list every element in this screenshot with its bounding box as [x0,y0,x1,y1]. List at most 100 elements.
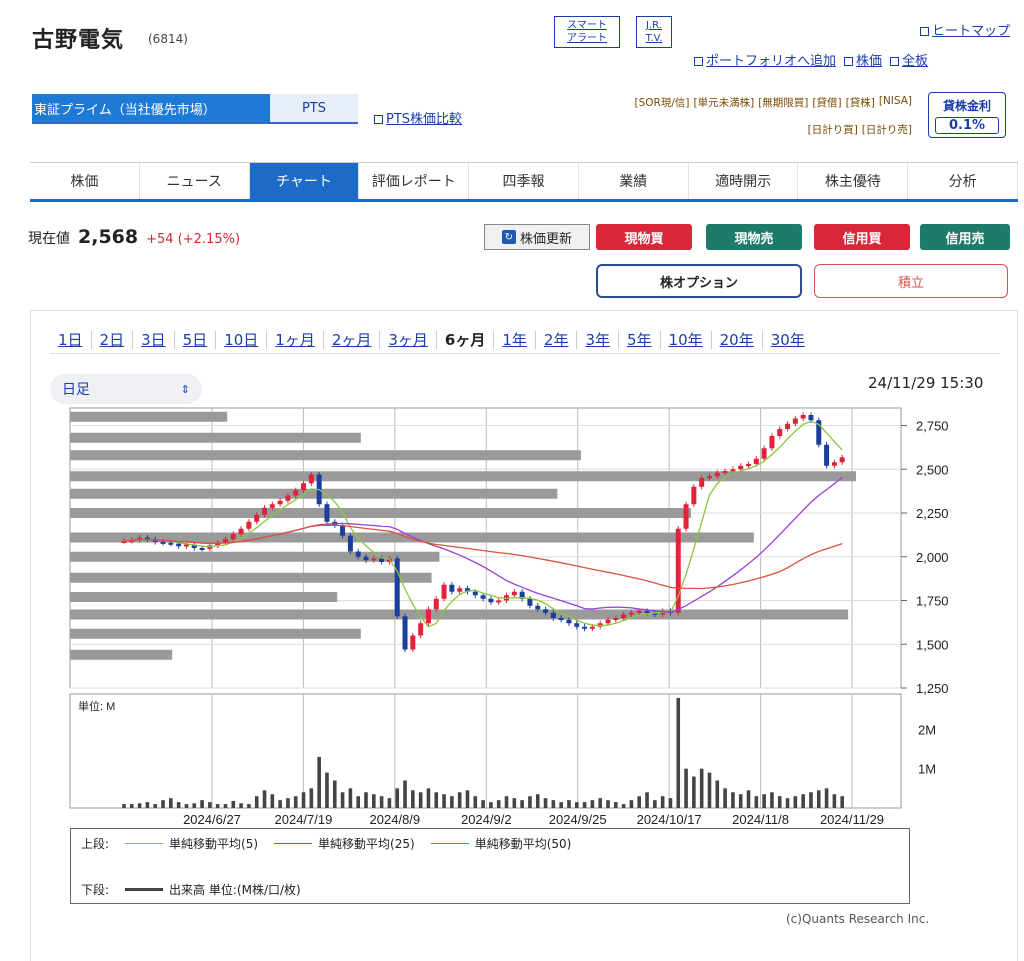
price-axis-labels: 2,750 2,500 2,250 2,000 1,750 1,500 1,250 [901,419,949,696]
volume-bar [426,788,431,808]
volume-bar [387,798,392,808]
volume-bar [645,792,649,808]
volume-bar [754,796,759,808]
volume-bar [145,802,150,808]
candle-body [402,616,408,650]
candle-body [605,619,611,624]
candle-body [792,418,798,424]
candle-body [699,478,705,487]
volume-bar [489,802,493,808]
volume-bar [208,802,212,808]
candle-body [433,598,439,610]
volume-bar [379,796,384,808]
volume-bar [286,798,290,808]
candle-body [457,588,463,592]
volume-bar [715,780,720,808]
volume-bar [403,780,407,808]
volume-bar [637,796,642,808]
price-band [70,592,338,602]
candle-body [777,429,783,436]
x-tick-label: 2024/9/25 [549,812,607,827]
candle-body [363,556,369,561]
volume-bar [262,790,267,808]
volume-bar [247,804,251,808]
price-band [70,432,361,443]
volume-bar [668,798,673,808]
chart-grid [69,407,902,809]
volume-bar [176,802,181,808]
volume-bar [559,802,563,808]
candle-body [168,542,174,545]
volume-bar [762,794,766,808]
candle-body [535,605,541,610]
x-tick-label: 2024/11/29 [820,812,884,827]
x-tick-label: 2024/8/9 [370,812,421,827]
legend-ma50: 単純移動平均(50) [474,837,572,851]
volume-bar [293,796,298,808]
ma5-line-swatch [125,842,164,845]
volume-bar [184,804,189,808]
candle-body [449,584,455,592]
price-band [70,471,856,482]
x-tick-label: 2024/7/19 [275,812,333,827]
volume-bar [614,802,618,808]
volume-bar [801,794,805,808]
volume-bar [254,796,259,808]
volume-bar [465,790,470,808]
legend-lower-label: 下段: [81,883,110,897]
volume-bar [832,794,837,808]
x-tick-label: 2024/10/17 [637,812,702,827]
candle-body [347,535,353,552]
volume-bar [520,800,524,808]
candle-body [558,618,564,620]
candle-body [293,490,299,496]
volume-bar [200,800,204,808]
volume-bar [785,798,790,808]
candle-body [418,623,424,636]
volume-bar [684,768,688,808]
copyright: (c)Quants Research Inc. [786,912,930,926]
candle-body [636,611,642,613]
x-tick-label: 2024/6/27 [183,812,241,827]
volume-axis-labels: 2M 1M [918,722,936,776]
volume-bar [660,796,665,808]
legend-ma5: 単純移動平均(5) [169,837,259,851]
volume-bar [278,800,282,808]
candle-body [285,495,291,501]
volume-bar [457,792,462,808]
volume-bar [348,788,353,808]
price-band [70,628,361,639]
volume-bar [567,800,571,808]
volume-bar [192,803,197,808]
candle-body [246,521,252,529]
volume-bar [746,790,751,808]
candle-body [769,436,775,449]
price-band [70,508,691,518]
volume-bar [731,792,735,808]
volume-bar [309,788,314,808]
candle-body [714,472,720,477]
volume-plot-frame [69,693,902,809]
candle-body [301,483,307,491]
candle-body [371,558,377,561]
candle-body [621,614,627,618]
volume-bar [574,802,579,808]
date-axis-labels: 2024/6/27 2024/7/19 2024/8/9 2024/9/2 2024/9… [183,812,884,827]
volume-bar [504,796,509,808]
volume-bar [223,804,228,808]
candle-body [379,558,385,562]
candle-body [340,525,346,536]
ma25-line-swatch [274,842,313,845]
volume-bar [496,800,501,808]
candle-body [472,591,478,596]
candle-body [683,504,689,529]
legend-volume: 出来高 単位:(M株/口/枚) [169,883,301,897]
volume-bar [582,802,587,808]
candle-body [277,500,283,505]
volume-bar [816,790,821,808]
candle-body [613,618,619,620]
candle-body [589,626,595,629]
y-tick-label: 2,750 [916,419,949,434]
volume-bar [692,776,696,808]
price-band [70,411,228,422]
